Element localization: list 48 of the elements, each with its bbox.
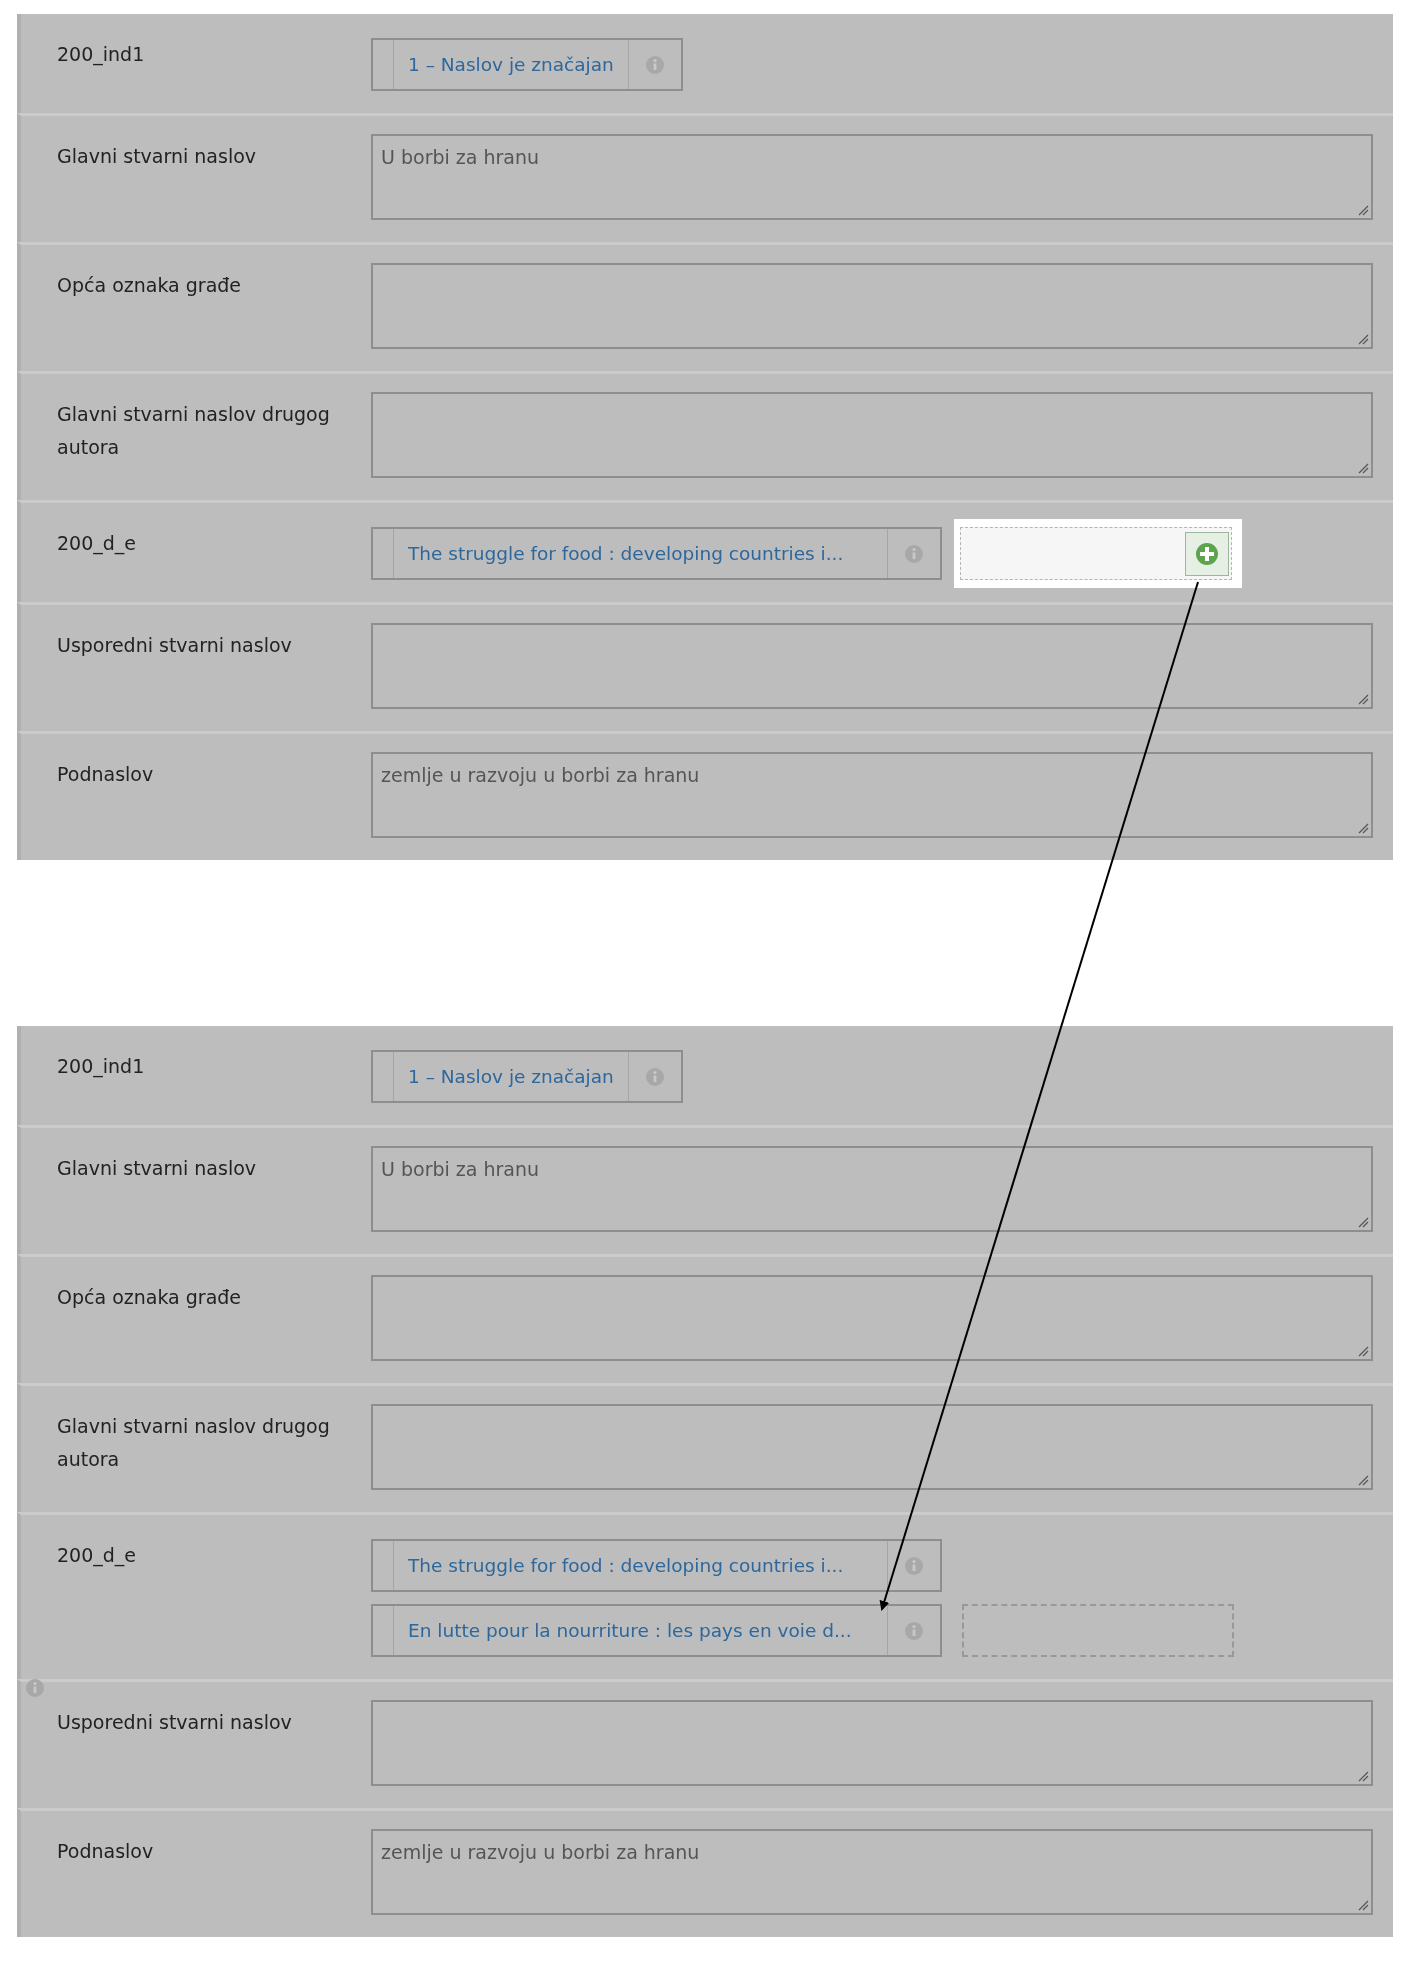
field-label: Glavni stvarni naslov bbox=[57, 144, 258, 169]
info-icon bbox=[644, 54, 665, 75]
resize-handle-icon bbox=[1358, 205, 1369, 216]
info-icon bbox=[644, 1066, 665, 1087]
resize-handle-icon bbox=[1358, 463, 1369, 474]
field-label: Glavni stvarni naslov bbox=[57, 1156, 258, 1181]
text-area[interactable] bbox=[371, 1404, 1373, 1490]
text-area[interactable] bbox=[371, 1275, 1373, 1361]
tag-chip[interactable]: The struggle for food : developing countries i... bbox=[371, 527, 942, 580]
field-label: Opća oznaka građe bbox=[57, 273, 243, 298]
info-icon bbox=[904, 543, 924, 564]
field-label: 200_ind1 bbox=[57, 42, 146, 68]
field-label: Opća oznaka građe bbox=[57, 1285, 243, 1310]
tag-chip[interactable]: En lutte pour la nourriture : les pays en voie d... bbox=[371, 1604, 942, 1657]
text-area[interactable]: U borbi za hranu bbox=[371, 1146, 1373, 1232]
resize-handle-icon bbox=[1358, 1217, 1369, 1228]
resize-handle-icon bbox=[1358, 1475, 1369, 1486]
drop-zone[interactable] bbox=[962, 1604, 1234, 1657]
text-area[interactable]: zemlje u razvoju u borbi za hranu bbox=[371, 752, 1373, 838]
text-area[interactable]: U borbi za hranu bbox=[371, 134, 1373, 220]
info-icon bbox=[904, 1555, 924, 1576]
text-area[interactable] bbox=[371, 392, 1373, 478]
tag-chip[interactable]: 1 – Naslov je značajan bbox=[371, 38, 683, 91]
tag-chip[interactable]: 1 – Naslov je značajan bbox=[371, 1050, 683, 1103]
text-area[interactable] bbox=[371, 623, 1373, 709]
resize-handle-icon bbox=[1358, 1771, 1369, 1782]
field-label: Usporedni stvarni naslov bbox=[57, 633, 293, 658]
text-area[interactable] bbox=[371, 1700, 1373, 1786]
resize-handle-icon bbox=[1358, 694, 1369, 705]
resize-handle-icon bbox=[1358, 1900, 1369, 1911]
resize-handle-icon bbox=[1358, 823, 1369, 834]
field-label: Glavni stvarni naslov drugog autora bbox=[57, 402, 331, 460]
add-button[interactable] bbox=[1185, 531, 1229, 576]
tag-chip[interactable]: The struggle for food : developing countries i... bbox=[371, 1539, 942, 1592]
resize-handle-icon bbox=[1358, 334, 1369, 345]
field-label: 200_ind1 bbox=[57, 1054, 146, 1080]
field-label: Usporedni stvarni naslov bbox=[57, 1710, 293, 1735]
resize-handle-icon bbox=[1358, 1346, 1369, 1357]
field-label: 200_d_e bbox=[57, 1543, 137, 1569]
drop-zone[interactable] bbox=[960, 527, 1232, 580]
text-area[interactable]: zemlje u razvoju u borbi za hranu bbox=[371, 1829, 1373, 1915]
field-label: Podnaslov bbox=[57, 762, 155, 787]
plus-icon bbox=[1195, 541, 1219, 566]
info-icon bbox=[904, 1620, 924, 1641]
text-area[interactable] bbox=[371, 263, 1373, 349]
field-label: Glavni stvarni naslov drugog autora bbox=[57, 1414, 331, 1472]
field-label: Podnaslov bbox=[57, 1839, 155, 1864]
field-label: 200_d_e bbox=[57, 531, 137, 557]
